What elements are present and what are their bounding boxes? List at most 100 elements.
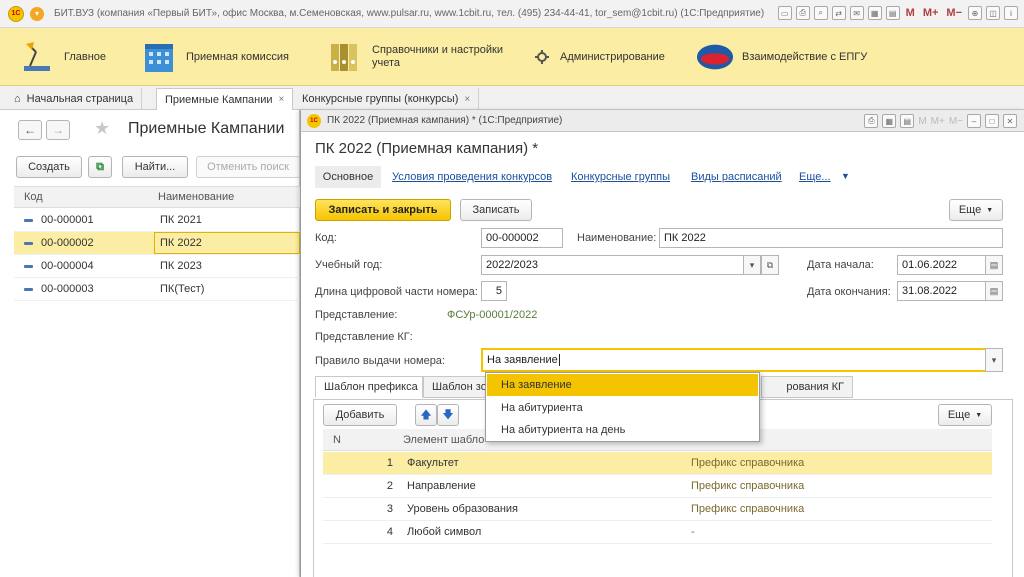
save-icon[interactable]: ▭ bbox=[777, 6, 792, 20]
tab-competition-groups[interactable]: Конкурсные группы (конкурсы) × bbox=[294, 88, 480, 110]
calendar-icon[interactable]: ▤ bbox=[885, 6, 900, 20]
name-field[interactable]: ПК 2022 bbox=[659, 228, 1003, 248]
tab-template-2[interactable]: Шаблон зо bbox=[423, 376, 489, 398]
favorite-star-icon[interactable]: ★ bbox=[94, 118, 110, 139]
calculator-icon[interactable]: ▦ bbox=[882, 114, 897, 128]
dropdown-option[interactable]: На абитуриента bbox=[487, 397, 758, 419]
digits-field[interactable]: 5 bbox=[481, 281, 507, 301]
memory-minus-button[interactable]: M− bbox=[944, 7, 964, 19]
item-icon bbox=[24, 218, 33, 222]
section-epgu[interactable]: Взаимодействие с ЕПГУ bbox=[696, 28, 867, 86]
move-down-icon[interactable]: 🡇 bbox=[437, 404, 459, 426]
section-admission[interactable]: Приемная комиссия bbox=[140, 28, 289, 86]
section-administration[interactable]: Администрирование bbox=[532, 28, 665, 86]
add-button[interactable]: Добавить bbox=[323, 404, 397, 426]
cancel-search-button[interactable]: Отменить поиск bbox=[196, 156, 300, 178]
tab-admission-campaigns[interactable]: Приемные Кампании × bbox=[156, 88, 294, 110]
start-date-field[interactable]: 01.06.2022 ▤ bbox=[897, 255, 1003, 275]
chevron-down-icon[interactable]: ▼ bbox=[841, 171, 850, 181]
section-references[interactable]: Справочники и настройки учета bbox=[326, 28, 512, 86]
grid-row[interactable]: 2 Направление Префикс справочника bbox=[323, 475, 992, 498]
grid-row[interactable]: 4 Любой символ - bbox=[323, 521, 992, 544]
memory-plus-button[interactable]: M+ bbox=[931, 116, 945, 127]
digits-label: Длина цифровой части номера: bbox=[315, 286, 478, 298]
dropdown-option[interactable]: На абитуриента на день bbox=[487, 419, 758, 441]
section-main[interactable]: Главное bbox=[18, 28, 106, 86]
building-icon bbox=[140, 38, 178, 76]
calendar-icon[interactable]: ▤ bbox=[900, 114, 915, 128]
table-row[interactable]: 00-000003 ПК(Тест) bbox=[14, 278, 300, 301]
number-rule-label: Правило выдачи номера: bbox=[315, 355, 445, 367]
year-field[interactable]: 2022/2023 ▾ ⧉ bbox=[481, 255, 779, 275]
grid-row-selected[interactable]: 1 Факультет Префикс справочника bbox=[323, 452, 992, 475]
dropdown-button[interactable]: ▾ bbox=[985, 348, 1003, 372]
sections-panel: Главное Приемная комиссия Справочники и … bbox=[0, 28, 1024, 86]
code-label: Код: bbox=[315, 232, 337, 244]
1c-logo-icon: 1С bbox=[8, 5, 24, 22]
panels-icon[interactable]: ◫ bbox=[986, 6, 1000, 20]
code-field[interactable]: 00-000002 bbox=[481, 228, 563, 248]
memory-plus-button[interactable]: M+ bbox=[921, 7, 941, 19]
mail-icon[interactable]: ✉ bbox=[849, 6, 864, 20]
copy-button[interactable]: ⧉ bbox=[88, 156, 112, 178]
nav-main[interactable]: Основное bbox=[315, 166, 381, 188]
calculator-icon[interactable]: ▦ bbox=[867, 6, 882, 20]
campaign-form-window: 1С ПК 2022 (Приемная кампания) * (1С:Пре… bbox=[300, 110, 1024, 577]
end-date-field[interactable]: 31.08.2022 ▤ bbox=[897, 281, 1003, 301]
find-button[interactable]: Найти... bbox=[122, 156, 188, 178]
item-icon bbox=[24, 264, 33, 268]
print-icon[interactable]: ⎙ bbox=[864, 114, 879, 128]
open-icon[interactable]: ⧉ bbox=[761, 255, 779, 275]
page-title: Приемные Кампании bbox=[128, 120, 285, 137]
calendar-icon[interactable]: ▤ bbox=[985, 281, 1003, 301]
nav-competition-groups[interactable]: Конкурсные группы bbox=[571, 171, 670, 183]
list-header: Код Наименование bbox=[14, 186, 300, 208]
grid-more-button[interactable]: Еще ▼ bbox=[938, 404, 992, 426]
nav-competition-conditions[interactable]: Условия проведения конкурсов bbox=[392, 171, 552, 183]
close-icon[interactable]: ✕ bbox=[1003, 114, 1017, 128]
start-date-label: Дата начала: bbox=[807, 259, 874, 271]
table-row-selected[interactable]: 00-000002 ПК 2022 bbox=[14, 232, 300, 255]
preview-icon[interactable]: ⌕ bbox=[813, 6, 828, 20]
calendar-icon[interactable]: ▤ bbox=[985, 255, 1003, 275]
forward-button[interactable]: → bbox=[46, 120, 70, 140]
info-icon[interactable]: i bbox=[1004, 6, 1018, 20]
back-button[interactable]: ← bbox=[18, 120, 42, 140]
tab-kg-numbering[interactable]: рования КГ bbox=[761, 376, 853, 398]
number-rule-field[interactable]: На заявление ▾ bbox=[481, 348, 1003, 372]
link-icon[interactable]: ⇄ bbox=[831, 6, 846, 20]
end-date-label: Дата окончания: bbox=[807, 286, 891, 298]
main-menu-icon[interactable]: ▾ bbox=[30, 6, 44, 21]
memory-minus-button[interactable]: M− bbox=[949, 116, 963, 127]
close-icon[interactable]: × bbox=[279, 94, 285, 105]
year-label: Учебный год: bbox=[315, 259, 383, 271]
name-label: Наименование: bbox=[577, 232, 657, 244]
nav-more[interactable]: Еще... bbox=[799, 171, 831, 183]
maximize-icon[interactable]: □ bbox=[985, 114, 999, 128]
minimize-icon[interactable]: – bbox=[967, 114, 981, 128]
memory-button[interactable]: M bbox=[918, 116, 926, 127]
table-row[interactable]: 00-000004 ПК 2023 bbox=[14, 255, 300, 278]
dropdown-button[interactable]: ▾ bbox=[743, 255, 761, 275]
memory-button[interactable]: M bbox=[904, 7, 917, 19]
create-button[interactable]: Создать bbox=[16, 156, 82, 178]
app-title-bar: 1С ▾ БИТ.ВУЗ (компания «Первый БИТ», офи… bbox=[0, 0, 1024, 28]
more-button[interactable]: Еще ▼ bbox=[949, 199, 1003, 221]
dropdown-option-selected[interactable]: На заявление bbox=[487, 374, 758, 396]
open-windows-bar: ⌂ Начальная страница Приемные Кампании ×… bbox=[0, 86, 1024, 110]
chevron-down-icon: ▼ bbox=[986, 206, 994, 214]
save-and-close-button[interactable]: Записать и закрыть bbox=[315, 199, 451, 221]
desk-lamp-icon bbox=[18, 38, 56, 76]
grid-row[interactable]: 3 Уровень образования Префикс справочник… bbox=[323, 498, 992, 521]
tab-prefix-template[interactable]: Шаблон префикса bbox=[315, 376, 423, 398]
table-row[interactable]: 00-000001 ПК 2021 bbox=[14, 209, 300, 232]
print-icon[interactable]: ⎙ bbox=[795, 6, 810, 20]
close-icon[interactable]: × bbox=[464, 94, 470, 105]
tab-home[interactable]: ⌂ Начальная страница bbox=[6, 88, 143, 110]
zoom-icon[interactable]: ⊕ bbox=[968, 6, 982, 20]
number-rule-dropdown: На заявление На абитуриента На абитуриен… bbox=[485, 372, 760, 442]
representation-value: ФСУр-00001/2022 bbox=[447, 309, 538, 321]
nav-schedule-types[interactable]: Виды расписаний bbox=[691, 171, 782, 183]
save-button[interactable]: Записать bbox=[460, 199, 532, 221]
move-up-icon[interactable]: 🡅 bbox=[415, 404, 437, 426]
